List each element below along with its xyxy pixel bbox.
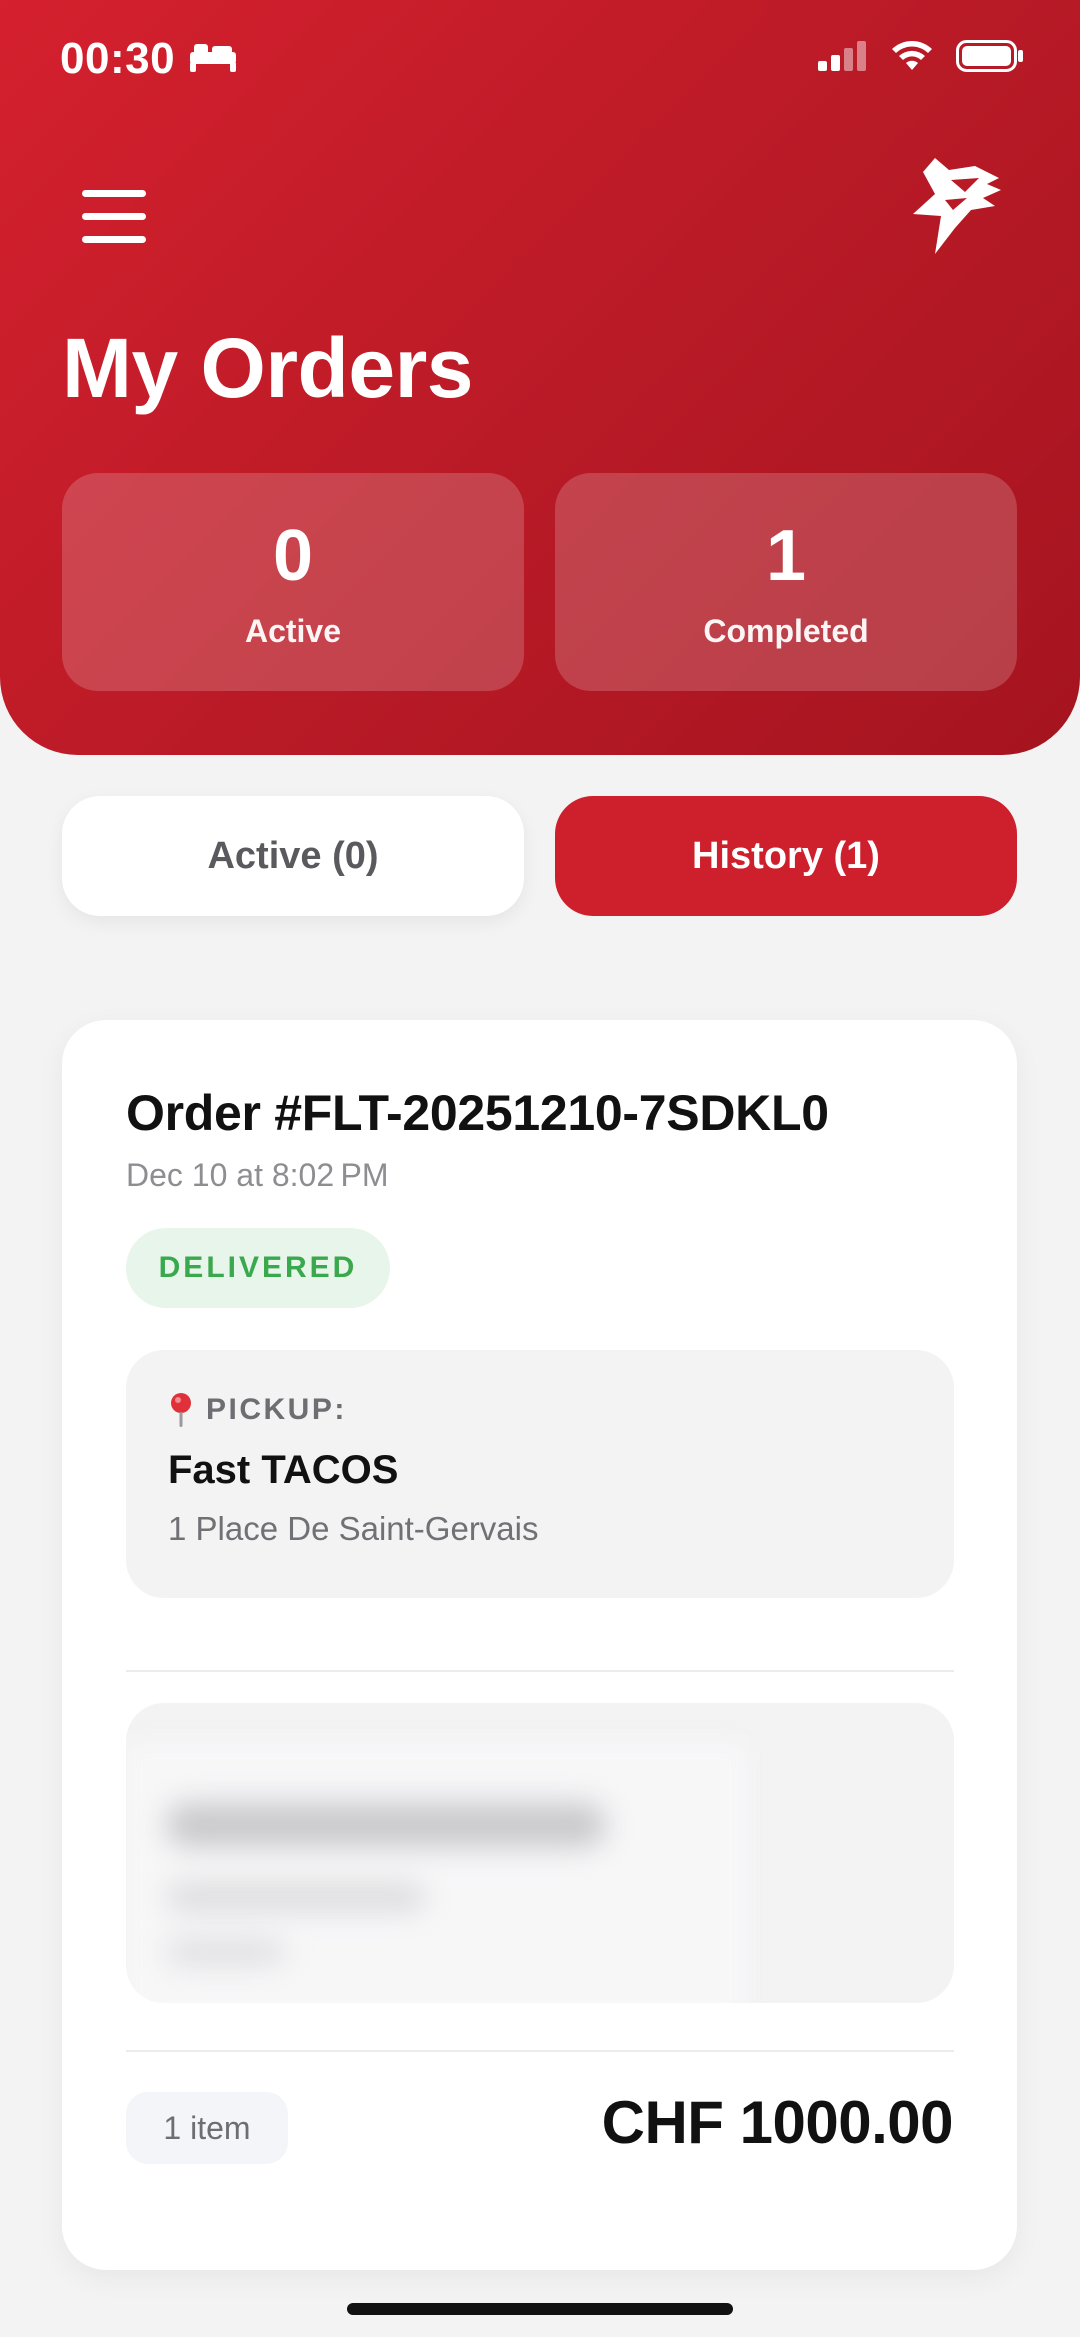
menu-bar [82,236,146,243]
order-card[interactable]: Order #FLT-20251210-7SDKL0 Dec 10 at 8:0… [62,1020,1017,2270]
location-pin-icon [171,1393,191,1427]
pickup-address: 1 Place De Saint-Gervais [168,1510,539,1547]
dropoff-section-redacted [126,1703,954,2003]
order-date: Dec 10 at 8:02 PM [126,1157,389,1193]
battery-icon [956,40,1023,72]
item-count-badge: 1 item [126,2092,288,2164]
order-total: CHF 1000.00 [601,2089,954,2156]
wifi-icon [892,41,932,70]
status-icons [818,40,1024,72]
status-badge: DELIVERED [126,1228,390,1308]
pickup-name: Fast TACOS [168,1448,399,1492]
page-title: My Orders [62,321,474,415]
redaction-blur [166,1803,606,1847]
brand-logo-icon [913,158,1001,254]
tab-history[interactable]: History (1) [555,796,1017,916]
menu-button[interactable] [82,190,146,244]
menu-bar [82,190,146,197]
menu-bar [82,213,146,220]
cellular-signal-icon [818,41,866,71]
pickup-label: PICKUP: [206,1393,347,1426]
header: 00:30 My Orders 0 Active 1 Completed [0,0,1080,755]
divider [126,1670,954,1672]
completed-label: Completed [703,613,869,649]
active-stat-card: 0 Active [62,473,524,691]
completed-stat-card: 1 Completed [555,473,1017,691]
active-label: Active [244,613,342,649]
tab-active[interactable]: Active (0) [62,796,524,916]
pickup-label-row: PICKUP: [168,1392,347,1428]
pickup-section: PICKUP: Fast TACOS 1 Place De Saint-Gerv… [126,1350,954,1598]
completed-count: 1 [765,516,807,596]
redaction-blur [166,1939,286,1965]
home-indicator[interactable] [347,2303,733,2315]
redaction-blur [166,1883,426,1911]
active-count: 0 [272,516,314,596]
order-title: Order #FLT-20251210-7SDKL0 [126,1085,829,1141]
bed-icon [190,44,236,72]
status-time: 00:30 [60,34,176,83]
divider [126,2050,954,2052]
